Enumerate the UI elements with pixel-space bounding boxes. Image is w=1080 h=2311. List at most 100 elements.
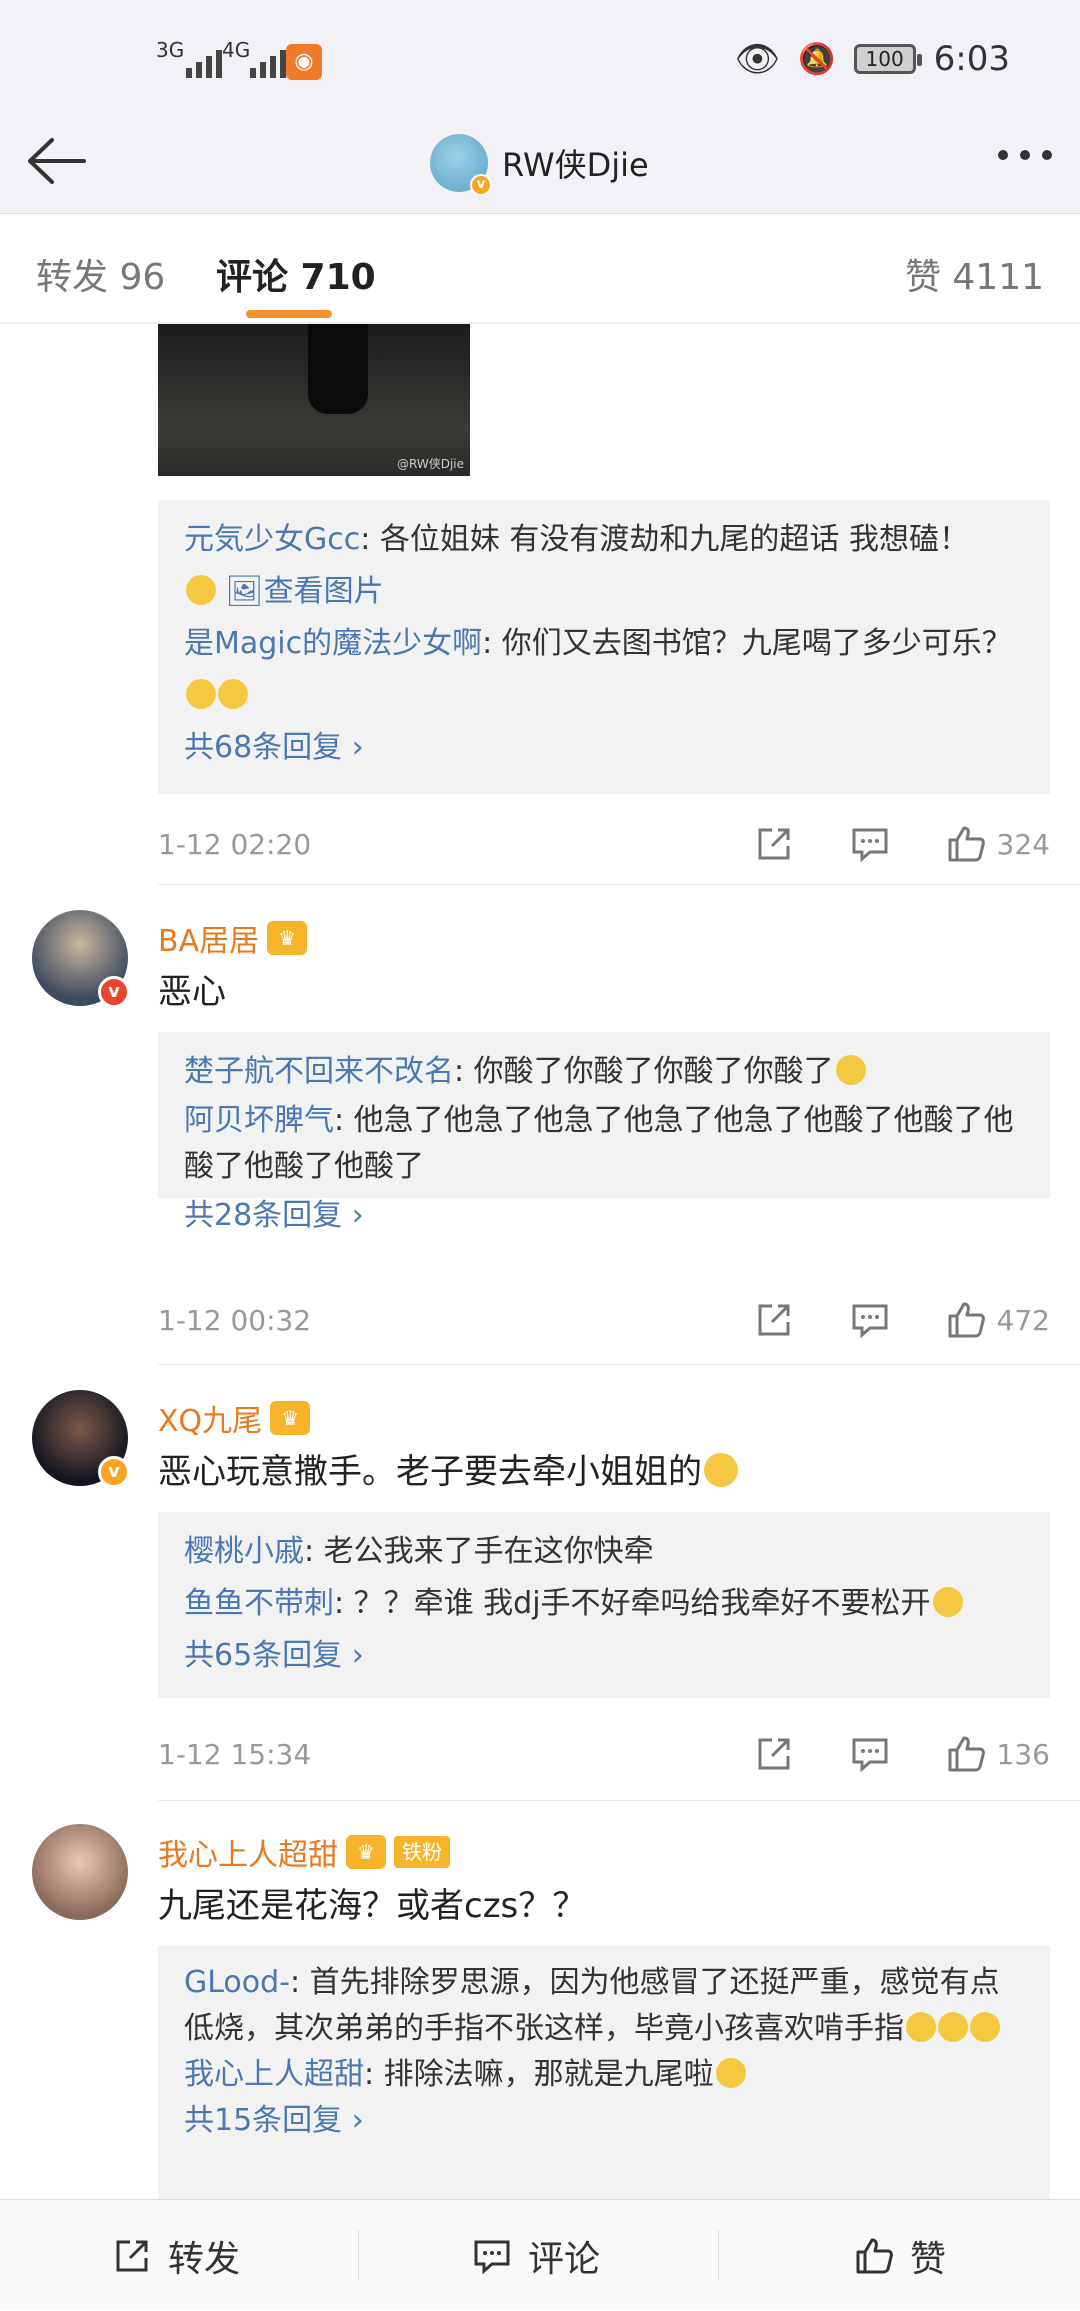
tab-repost[interactable]: 转发 96	[36, 248, 165, 300]
reply-username[interactable]: GLood-	[184, 1965, 290, 2000]
comment-feed[interactable]: @RW侠Djie 元気少女Gcc: 各位姐妹 有没有渡劫和九尾的超话 我想磕！ …	[0, 324, 1080, 2199]
more-replies-link[interactable]: 共68条回复 ›	[184, 722, 1024, 774]
reply-username[interactable]: 我心上人超甜	[184, 2057, 364, 2092]
repost-icon[interactable]	[752, 1298, 796, 1342]
comment-text: 恶心	[158, 972, 226, 1012]
avatar[interactable]: v	[32, 1390, 130, 1488]
uc-browser-icon: ◉	[286, 44, 322, 80]
like-count: 324	[996, 828, 1050, 861]
like-icon[interactable]	[944, 1298, 988, 1342]
username-text: XQ九尾	[158, 1404, 263, 1439]
doge-emoji-icon	[906, 2012, 936, 2042]
reply-item[interactable]: 楚子航不回来不改名: 你酸了你酸了你酸了你酸了	[184, 1046, 1024, 1098]
image-icon: 🖼	[225, 574, 264, 609]
comment-username[interactable]: XQ九尾 ♛	[158, 1396, 311, 1440]
comment-label: 评论	[528, 2238, 601, 2280]
view-image-link[interactable]: 查看图片	[264, 574, 384, 609]
doge-emoji-icon	[186, 575, 216, 605]
comment-button[interactable]: 评论	[470, 2200, 600, 2311]
reply-box[interactable]: 楚子航不回来不改名: 你酸了你酸了你酸了你酸了 阿贝坏脾气: 他急了他急了他急了…	[158, 1032, 1050, 1233]
reply-item[interactable]: 元気少女Gcc: 各位姐妹 有没有渡劫和九尾的超话 我想磕！	[184, 514, 1024, 566]
nav-title-group[interactable]: v RW侠Djie	[430, 134, 649, 196]
reply-username[interactable]: 鱼鱼不带刺	[184, 1586, 334, 1621]
reply-username[interactable]: 是Magic的魔法少女啊	[184, 626, 482, 661]
comment-time: 1-12 00:32	[158, 1304, 312, 1337]
reply-username[interactable]: 元気少女Gcc	[184, 522, 360, 557]
smile-emoji-icon	[932, 1587, 963, 1617]
comment-time: 1-12 02:20	[158, 828, 312, 861]
comment-username[interactable]: 我心上人超甜 ♛ 铁粉	[158, 1830, 450, 1874]
mute-bell-icon: 🔕	[798, 41, 836, 77]
more-dots-icon[interactable]	[998, 150, 1052, 160]
crown-icon: ♛	[267, 921, 308, 955]
cat-emoji-icon	[186, 679, 216, 709]
tab-comments[interactable]: 评论 710	[216, 248, 376, 300]
comment-meta: 1-12 02:20 324	[158, 814, 1050, 874]
reply-box[interactable]: GLood-: 首先排除罗思源，因为他感冒了还挺严重，感觉有点低烧，其次弟弟的手…	[158, 1946, 1050, 2199]
avatar[interactable]: v	[430, 134, 492, 196]
like-label: 赞	[910, 2238, 947, 2280]
reply-username[interactable]: 楚子航不回来不改名	[184, 1054, 454, 1089]
crown-icon: ♛	[270, 1401, 311, 1435]
signal-bars-1-icon	[186, 42, 222, 78]
like-button[interactable]: 赞	[852, 2200, 946, 2311]
avatar[interactable]	[32, 1824, 128, 1920]
doge-emoji-icon	[715, 2058, 746, 2088]
repost-icon	[116, 2240, 148, 2271]
repost-label: 转发	[168, 2238, 241, 2280]
repost-icon[interactable]	[752, 822, 796, 866]
bottom-action-bar: 转发 评论 赞	[0, 2199, 1080, 2310]
reply-item[interactable]: 是Magic的魔法少女啊: 你们又去图书馆？九尾喝了多少可乐？	[184, 618, 1024, 722]
active-tab-indicator	[246, 310, 332, 318]
reply-item[interactable]: 樱桃小戚: 老公我来了手在这你快牵	[184, 1526, 1024, 1578]
reply-item-image[interactable]: 🖼查看图片	[184, 566, 1024, 618]
battery-indicator: 100	[853, 44, 922, 74]
more-replies-link[interactable]: 共28条回复 ›	[184, 1190, 1024, 1242]
comment-meta: 1-12 00:32 472	[158, 1290, 1050, 1350]
reply-item[interactable]: 我心上人超甜: 排除法嘛，那就是九尾啦	[184, 2052, 1024, 2098]
doge-emoji-icon	[970, 2012, 1000, 2042]
tab-bar: 转发 96 评论 710 赞 4111	[0, 214, 1080, 324]
like-icon[interactable]	[944, 1732, 988, 1776]
reply-username[interactable]: 樱桃小戚	[184, 1534, 304, 1569]
doge-emoji-icon	[835, 1055, 866, 1085]
comment-icon[interactable]	[848, 822, 892, 866]
verified-icon: v	[98, 976, 130, 1008]
reply-text: : 首先排除罗思源，因为他感冒了还挺严重，感觉有点低烧，其次弟弟的手指不张这样，…	[184, 1965, 1000, 2046]
comment-divider	[158, 1364, 1080, 1365]
signal-label-1: 3G	[156, 38, 185, 62]
avatar[interactable]: v	[32, 910, 130, 1008]
reply-item[interactable]: 鱼鱼不带刺: ？？牵谁 我dj手不好牵吗给我牵好不要松开	[184, 1578, 1024, 1630]
reply-item[interactable]: GLood-: 首先排除罗思源，因为他感冒了还挺严重，感觉有点低烧，其次弟弟的手…	[184, 1960, 1024, 2052]
fan-badge: 铁粉	[394, 1836, 450, 1868]
more-replies-link[interactable]: 共65条回复 ›	[184, 1630, 1024, 1682]
signal-label-2: 4G	[222, 38, 251, 62]
reply-text: : ？？牵谁 我dj手不好牵吗给我牵好不要松开	[334, 1586, 931, 1621]
verified-icon: v	[98, 1456, 130, 1488]
reply-box[interactable]: 樱桃小戚: 老公我来了手在这你快牵 鱼鱼不带刺: ？？牵谁 我dj手不好牵吗给我…	[158, 1512, 1050, 1698]
comment-icon[interactable]	[848, 1298, 892, 1342]
comment-username[interactable]: BA居居 ♛	[158, 916, 308, 960]
status-bar: 3G 4G ◉ 👁 🔕 100 6:03	[0, 0, 1080, 124]
comment-image[interactable]: @RW侠Djie	[158, 324, 470, 476]
like-icon[interactable]	[944, 822, 988, 866]
reply-box[interactable]: 元気少女Gcc: 各位姐妹 有没有渡劫和九尾的超话 我想磕！ 🖼查看图片 是Ma…	[158, 500, 1050, 794]
page-title: RW侠Djie	[502, 146, 649, 184]
cat-emoji-icon	[218, 679, 248, 709]
reply-item[interactable]: 阿贝坏脾气: 他急了他急了他急了他急了他急了他酸了他酸了他酸了他酸了他酸了	[184, 1098, 1024, 1190]
back-arrow-icon[interactable]	[22, 128, 92, 198]
eye-icon: 👁	[734, 39, 781, 80]
tab-likes[interactable]: 赞 4111	[905, 248, 1044, 300]
repost-button[interactable]: 转发	[110, 2200, 240, 2311]
comment-meta: 1-12 15:34 136	[158, 1724, 1050, 1784]
like-count: 136	[996, 1738, 1050, 1771]
reply-username[interactable]: 阿贝坏脾气	[184, 1103, 334, 1138]
more-replies-link[interactable]: 共15条回复 ›	[184, 2098, 1024, 2144]
like-icon	[856, 2238, 893, 2273]
like-count: 472	[996, 1304, 1050, 1337]
reply-text: : 你们又去图书馆？九尾喝了多少可乐？	[482, 626, 1012, 661]
repost-icon[interactable]	[752, 1732, 796, 1776]
comment-icon[interactable]	[848, 1732, 892, 1776]
reply-text: : 各位姐妹 有没有渡劫和九尾的超话 我想磕！	[360, 522, 969, 557]
comment-text: 恶心玩意撒手。老子要去牵小姐姐的	[158, 1444, 738, 1493]
